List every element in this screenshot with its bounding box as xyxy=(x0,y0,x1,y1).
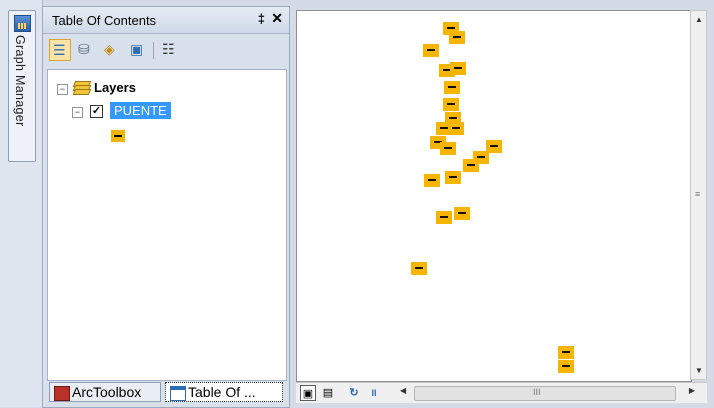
tab-table-of-contents[interactable]: Table Of ... xyxy=(165,382,283,402)
map-feature[interactable] xyxy=(440,142,456,155)
left-dock-strip: Graph Manager xyxy=(0,0,43,407)
graph-manager-icon xyxy=(14,15,31,32)
map-feature[interactable] xyxy=(443,98,459,111)
map-horizontal-scrollbar[interactable]: ◀ III ▶ xyxy=(396,385,699,401)
layer-visibility-checkbox[interactable]: ✓ xyxy=(90,105,103,118)
pin-icon[interactable]: ‡ xyxy=(258,11,265,26)
data-view-button[interactable]: ▣ xyxy=(300,385,316,401)
map-feature[interactable] xyxy=(463,159,479,172)
options-button[interactable]: ☷ xyxy=(159,39,181,61)
tab-table-of-contents-label: Table Of ... xyxy=(188,384,256,400)
table-of-contents-icon xyxy=(170,386,186,401)
toc-bottom-tabs: ArcToolbox Table Of ... xyxy=(47,382,285,404)
scroll-right-arrow-icon[interactable]: ▶ xyxy=(689,386,695,395)
list-by-selection-icon: ▣ xyxy=(130,41,144,57)
map-feature[interactable] xyxy=(444,81,460,94)
map-feature[interactable] xyxy=(411,262,427,275)
pause-drawing-icon[interactable]: II xyxy=(366,385,382,401)
map-vertical-scrollbar[interactable]: ▲ ≡ ▼ xyxy=(690,10,707,380)
scroll-down-arrow-icon[interactable]: ▼ xyxy=(695,366,703,375)
tab-arctoolbox-label: ArcToolbox xyxy=(72,384,142,400)
close-icon[interactable]: ✕ xyxy=(271,10,283,27)
graph-manager-label: Graph Manager xyxy=(13,35,27,127)
layers-root-label[interactable]: Layers xyxy=(94,80,136,95)
layer-collapse-toggle[interactable]: − xyxy=(72,107,83,118)
toc-title: Table Of Contents xyxy=(52,13,157,28)
toc-toolbar: ☰ ⛁ ◈ ▣ ☷ xyxy=(49,39,285,63)
map-feature[interactable] xyxy=(445,171,461,184)
list-by-source-icon: ⛁ xyxy=(78,41,90,57)
map-feature[interactable] xyxy=(558,346,574,359)
map-feature[interactable] xyxy=(558,360,574,373)
layer-name-puente[interactable]: PUENTE xyxy=(110,102,171,119)
layers-collapse-toggle[interactable]: − xyxy=(57,84,68,95)
scroll-left-arrow-icon[interactable]: ◀ xyxy=(400,386,406,395)
table-of-contents-panel: Table Of Contents ‡ ✕ ☰ ⛁ ◈ ▣ ☷ − Layers… xyxy=(42,6,290,408)
graph-manager-tab[interactable]: Graph Manager xyxy=(8,10,36,162)
map-feature[interactable] xyxy=(450,62,466,75)
map-feature[interactable] xyxy=(449,31,465,44)
options-icon: ☷ xyxy=(162,41,175,57)
list-by-visibility-icon: ◈ xyxy=(104,41,115,57)
list-by-drawing-order-icon: ☰ xyxy=(53,42,66,58)
toolbar-separator xyxy=(153,42,154,59)
map-bottom-bar: ▣ ▤ ↻ II ◀ III ▶ xyxy=(296,382,707,403)
list-by-visibility-button[interactable]: ◈ xyxy=(101,39,123,61)
scroll-grip-icon: ≡ xyxy=(695,189,701,199)
map-feature[interactable] xyxy=(448,122,464,135)
arctoolbox-icon xyxy=(54,386,70,401)
layers-icon xyxy=(72,81,92,95)
map-view[interactable] xyxy=(296,10,692,382)
tab-arctoolbox[interactable]: ArcToolbox xyxy=(49,382,161,402)
layer-symbol-swatch[interactable] xyxy=(111,130,125,142)
list-by-selection-button[interactable]: ▣ xyxy=(127,39,149,61)
map-feature[interactable] xyxy=(436,211,452,224)
map-feature[interactable] xyxy=(454,207,470,220)
horizontal-scroll-thumb[interactable]: III xyxy=(414,386,676,401)
scroll-grip-icon: III xyxy=(533,387,541,397)
refresh-icon[interactable]: ↻ xyxy=(346,385,362,401)
toc-tree: − Layers − ✓ PUENTE xyxy=(47,69,287,381)
list-by-source-button[interactable]: ⛁ xyxy=(75,39,97,61)
layout-view-button[interactable]: ▤ xyxy=(320,385,336,401)
map-feature[interactable] xyxy=(423,44,439,57)
map-feature[interactable] xyxy=(424,174,440,187)
scroll-up-arrow-icon[interactable]: ▲ xyxy=(695,15,703,24)
toc-title-bar: Table Of Contents ‡ ✕ xyxy=(43,7,289,34)
list-by-drawing-order-button[interactable]: ☰ xyxy=(49,39,71,61)
